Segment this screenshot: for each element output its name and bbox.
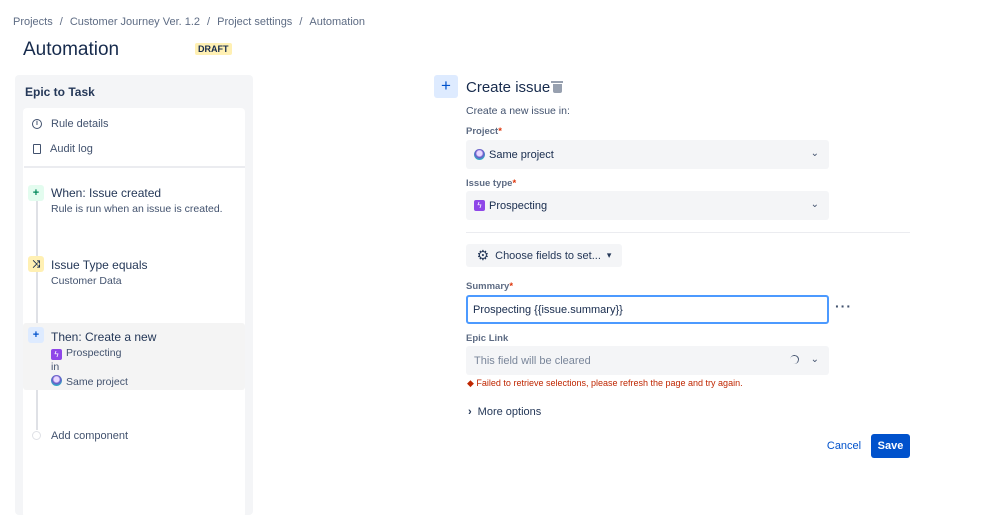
epic-link-placeholder: This field will be cleared <box>474 354 591 367</box>
error-text: Failed to retrieve selections, please re… <box>476 378 743 388</box>
plus-icon: + <box>28 327 44 343</box>
circle-icon <box>32 431 41 440</box>
chevron-right-icon: › <box>468 406 472 418</box>
action-title: Then: Create a new <box>51 330 157 344</box>
project-value: Same project <box>489 148 554 161</box>
spinner-icon <box>789 354 800 365</box>
divider <box>24 166 245 168</box>
summary-label: Summary* <box>466 281 513 292</box>
epic-link-select[interactable]: This field will be cleared ⌄ <box>466 346 829 375</box>
project-label: Project* <box>466 126 502 137</box>
breadcrumb-automation[interactable]: Automation <box>309 16 365 28</box>
plus-icon: + <box>28 185 44 201</box>
required-mark: * <box>498 126 502 137</box>
nav-label: Audit log <box>50 143 93 155</box>
project-avatar-icon <box>51 375 62 386</box>
action-issue-type: ϟ Prospecting <box>51 347 121 360</box>
shuffle-icon: ⤨ <box>28 256 44 272</box>
document-icon <box>33 144 41 154</box>
breadcrumb-projects[interactable]: Projects <box>13 16 53 28</box>
condition-subtitle: Customer Data <box>51 275 122 287</box>
summary-value: Prospecting {{issue.summary}} <box>473 303 623 316</box>
project-select[interactable]: Same project ⌄ <box>466 140 829 169</box>
save-button[interactable]: Save <box>871 434 910 458</box>
nav-rule-details[interactable]: i Rule details <box>32 118 108 130</box>
add-component[interactable]: Add component <box>51 430 128 442</box>
trash-icon[interactable] <box>551 80 563 93</box>
rule-card <box>23 108 245 518</box>
issue-type-value: Prospecting <box>489 199 548 212</box>
timeline-line <box>36 198 38 430</box>
more-options-toggle[interactable]: › More options <box>468 406 541 418</box>
chevron-down-icon: ▾ <box>606 250 612 260</box>
issue-type-label: Issue type* <box>466 178 516 189</box>
required-mark: * <box>512 178 517 189</box>
action-issue-type-label: Prospecting <box>66 347 122 359</box>
rule-name: Epic to Task <box>25 85 95 99</box>
chevron-down-icon: ⌄ <box>810 148 819 159</box>
status-badge: DRAFT <box>195 43 232 55</box>
nav-audit-log[interactable]: Audit log <box>32 143 93 155</box>
issue-type-select[interactable]: ϟ Prospecting ⌄ <box>466 191 829 220</box>
condition-title[interactable]: Issue Type equals <box>51 258 148 272</box>
trigger-title[interactable]: When: Issue created <box>51 186 161 200</box>
required-mark: * <box>509 281 514 292</box>
breadcrumb: Projects / Customer Journey Ver. 1.2/Proje… <box>13 16 366 28</box>
editor-title: Create issue <box>466 79 551 96</box>
project-label-text: Project <box>466 126 499 137</box>
more-options-label: More options <box>477 406 542 418</box>
summary-label-text: Summary <box>466 281 510 292</box>
action-connector: in <box>51 361 60 373</box>
plus-icon: + <box>434 75 458 98</box>
info-icon: i <box>32 119 42 129</box>
epic-link-label: Epic Link <box>466 333 509 344</box>
error-message: ◆ Failed to retrieve selections, please … <box>467 378 743 389</box>
divider <box>466 232 910 233</box>
trigger-subtitle: Rule is run when an issue is created. <box>51 203 223 215</box>
breadcrumb-project-settings[interactable]: Project settings <box>217 16 292 28</box>
issue-type-label-text: Issue type <box>466 178 513 189</box>
lightning-icon: ϟ <box>474 200 485 211</box>
condition-step[interactable]: ⤨ <box>28 256 44 272</box>
chevron-down-icon: ⌄ <box>810 354 819 365</box>
choose-fields-label: Choose fields to set... <box>495 249 601 262</box>
page-title: Automation <box>23 39 120 60</box>
chevron-down-icon: ⌄ <box>810 199 819 210</box>
lightning-icon: ϟ <box>51 349 62 360</box>
trigger-step[interactable]: + <box>28 185 44 201</box>
more-actions-icon[interactable]: ··· <box>835 298 852 314</box>
gear-icon: ⚙ <box>476 247 490 263</box>
summary-input[interactable]: Prospecting {{issue.summary}} <box>466 295 829 324</box>
nav-label: Rule details <box>51 118 109 130</box>
action-project-label: Same project <box>66 376 128 388</box>
choose-fields-button[interactable]: ⚙ Choose fields to set... ▾ <box>466 244 622 267</box>
project-avatar-icon <box>474 149 485 160</box>
editor-subtitle: Create a new issue in: <box>466 105 570 117</box>
cancel-button[interactable]: Cancel <box>823 434 865 458</box>
breadcrumb-project[interactable]: Customer Journey Ver. 1.2 <box>70 16 200 28</box>
error-icon: ◆ <box>467 378 477 388</box>
action-project: Same project <box>51 375 128 388</box>
